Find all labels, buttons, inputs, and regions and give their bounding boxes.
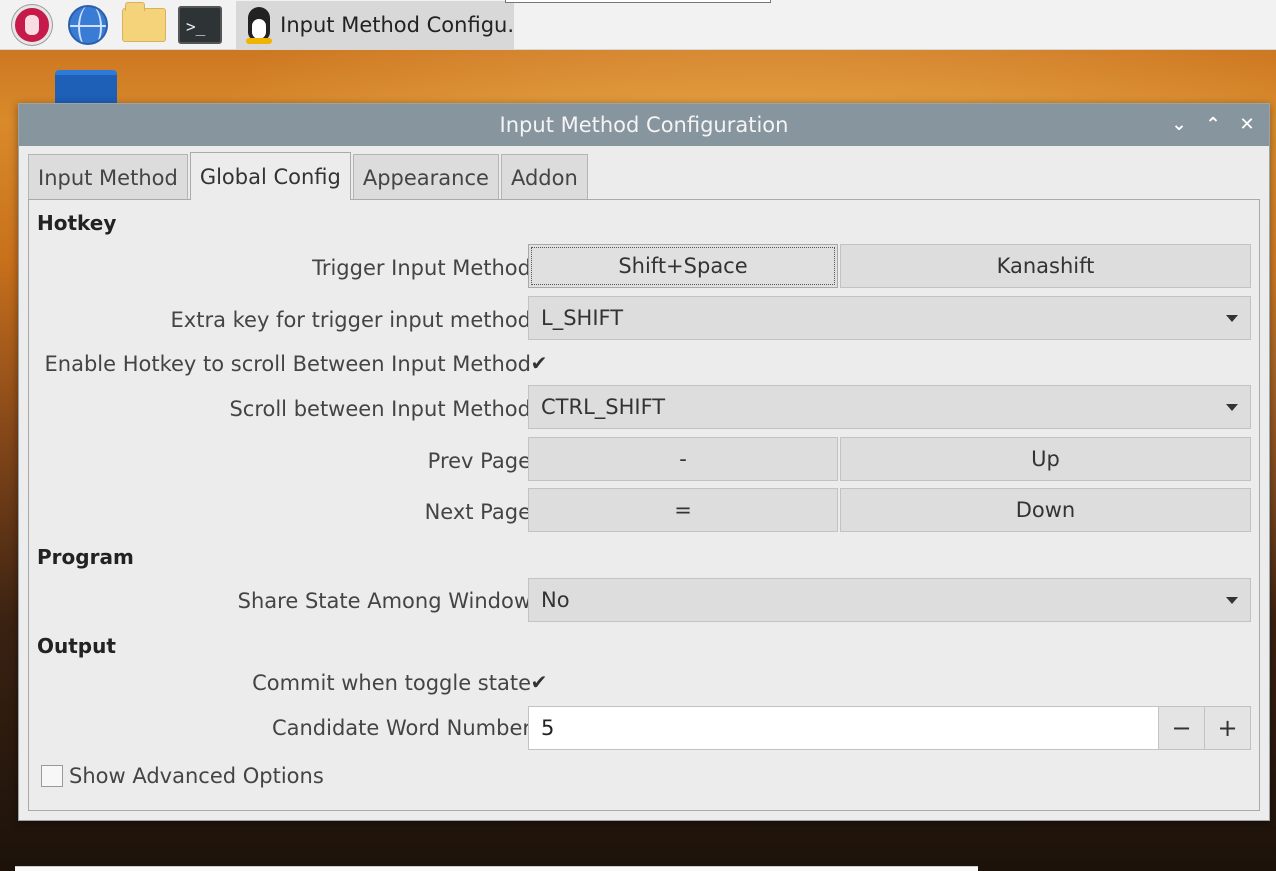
trigger-key1-button[interactable]: Shift+Space bbox=[528, 244, 838, 288]
maximize-icon[interactable]: ⌃ bbox=[1201, 112, 1225, 136]
decrement-button[interactable]: − bbox=[1158, 707, 1204, 749]
scroll-combo[interactable]: CTRL_SHIFT bbox=[528, 385, 1251, 429]
advanced-checkbox[interactable] bbox=[41, 765, 63, 787]
prev-key1-button[interactable]: - bbox=[528, 437, 838, 481]
input-method-config-window: Input Method Configuration ⌄ ⌃ ✕ Input M… bbox=[18, 103, 1270, 821]
commit-label: Commit when toggle state bbox=[252, 671, 531, 695]
share-state-value: No bbox=[541, 588, 570, 612]
dropdown-arrow-icon bbox=[1226, 597, 1238, 604]
dropdown-arrow-icon bbox=[1226, 315, 1238, 322]
commit-checkbox[interactable]: ✔ bbox=[528, 671, 550, 693]
trigger-label: Trigger Input Method bbox=[312, 256, 531, 280]
extra-key-label: Extra key for trigger input method bbox=[170, 308, 531, 332]
tab-appearance[interactable]: Appearance bbox=[352, 154, 499, 200]
extra-key-value: L_SHIFT bbox=[541, 306, 624, 330]
enable-scroll-checkbox[interactable]: ✔ bbox=[528, 352, 550, 374]
share-state-combo[interactable]: No bbox=[528, 578, 1251, 622]
tux-penguin-icon bbox=[242, 5, 274, 45]
dropdown-arrow-icon bbox=[1226, 404, 1238, 411]
raspberry-pi-menu-icon[interactable] bbox=[8, 1, 56, 49]
close-icon[interactable]: ✕ bbox=[1235, 112, 1259, 136]
section-output: Output bbox=[37, 634, 116, 658]
top-strip bbox=[505, 0, 771, 3]
next-key2-button[interactable]: Down bbox=[840, 488, 1251, 532]
global-config-panel: Hotkey Trigger Input Method Shift+Space … bbox=[28, 199, 1260, 811]
terminal-icon[interactable]: >_ bbox=[176, 1, 224, 49]
trash-icon[interactable] bbox=[55, 70, 117, 104]
tab-input-method[interactable]: Input Method bbox=[28, 154, 188, 200]
window-title: Input Method Configuration bbox=[499, 113, 789, 137]
increment-button[interactable]: + bbox=[1204, 707, 1250, 749]
share-state-label: Share State Among Window bbox=[237, 589, 531, 613]
tab-addon[interactable]: Addon bbox=[500, 154, 588, 200]
scroll-value: CTRL_SHIFT bbox=[541, 395, 666, 419]
prev-key2-button[interactable]: Up bbox=[840, 437, 1251, 481]
trigger-key2-button[interactable]: Kanashift bbox=[840, 244, 1251, 288]
candidate-label: Candidate Word Number bbox=[271, 716, 531, 740]
taskbar-app-button[interactable]: Input Method Configu... bbox=[236, 0, 514, 49]
taskbar-app-label: Input Method Configu... bbox=[280, 12, 514, 37]
advanced-label: Show Advanced Options bbox=[69, 764, 324, 788]
show-advanced-toggle[interactable]: Show Advanced Options bbox=[41, 764, 324, 788]
prev-page-label: Prev Page bbox=[427, 449, 531, 473]
candidate-input[interactable]: 5 bbox=[529, 707, 1158, 749]
candidate-spinbox: 5 − + bbox=[528, 706, 1251, 750]
bottom-strip bbox=[15, 866, 978, 871]
taskbar: >_ Input Method Configu... bbox=[0, 0, 1276, 50]
web-browser-icon[interactable] bbox=[64, 1, 112, 49]
section-program: Program bbox=[37, 545, 134, 569]
next-key1-button[interactable]: = bbox=[528, 488, 838, 532]
file-manager-icon[interactable] bbox=[120, 1, 168, 49]
tab-bar: Input Method Global Config Appearance Ad… bbox=[28, 152, 590, 200]
scroll-label: Scroll between Input Method bbox=[229, 397, 531, 421]
tab-global-config[interactable]: Global Config bbox=[189, 152, 351, 200]
enable-scroll-label: Enable Hotkey to scroll Between Input Me… bbox=[44, 352, 532, 376]
next-page-label: Next Page bbox=[424, 500, 531, 524]
section-hotkey: Hotkey bbox=[37, 211, 117, 235]
minimize-icon[interactable]: ⌄ bbox=[1167, 112, 1191, 136]
extra-key-combo[interactable]: L_SHIFT bbox=[528, 296, 1251, 340]
window-titlebar[interactable]: Input Method Configuration ⌄ ⌃ ✕ bbox=[19, 104, 1269, 146]
